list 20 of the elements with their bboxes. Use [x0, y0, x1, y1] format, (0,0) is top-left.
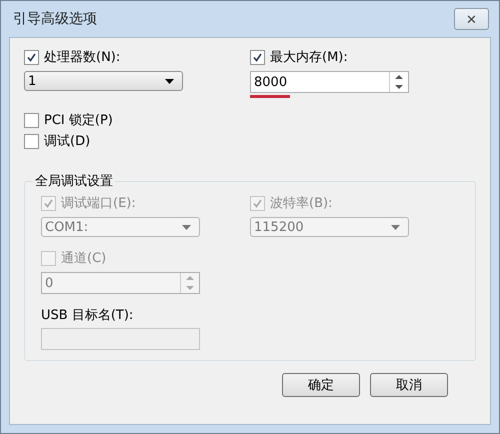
- group-title: 全局调试设置: [34, 173, 114, 190]
- processors-checkbox[interactable]: 处理器数(N):: [24, 48, 250, 66]
- dialog-button[interactable]: 取消: [370, 373, 448, 397]
- close-button[interactable]: ✕: [454, 8, 489, 30]
- window-title: 引导高级选项: [13, 10, 97, 28]
- underline-mark: [250, 95, 290, 98]
- max-memory-field[interactable]: 8000: [250, 71, 409, 93]
- caret-icon: [391, 224, 400, 230]
- check-icon: [26, 52, 37, 62]
- check-icon: [252, 52, 263, 62]
- dialog-button[interactable]: 确定: [282, 373, 360, 397]
- caret-icon: [182, 224, 191, 230]
- processors-dropdown[interactable]: 1: [24, 71, 183, 91]
- caret-icon: [165, 78, 174, 84]
- check-icon: [43, 198, 54, 208]
- check-icon: [252, 198, 263, 208]
- usb-target-label: USB 目标名(T):: [41, 307, 134, 324]
- option-checkbox[interactable]: 调试(D): [24, 132, 476, 150]
- option-checkbox[interactable]: PCI 锁定(P): [24, 111, 476, 129]
- max-memory-checkbox[interactable]: 最大内存(M):: [250, 48, 476, 66]
